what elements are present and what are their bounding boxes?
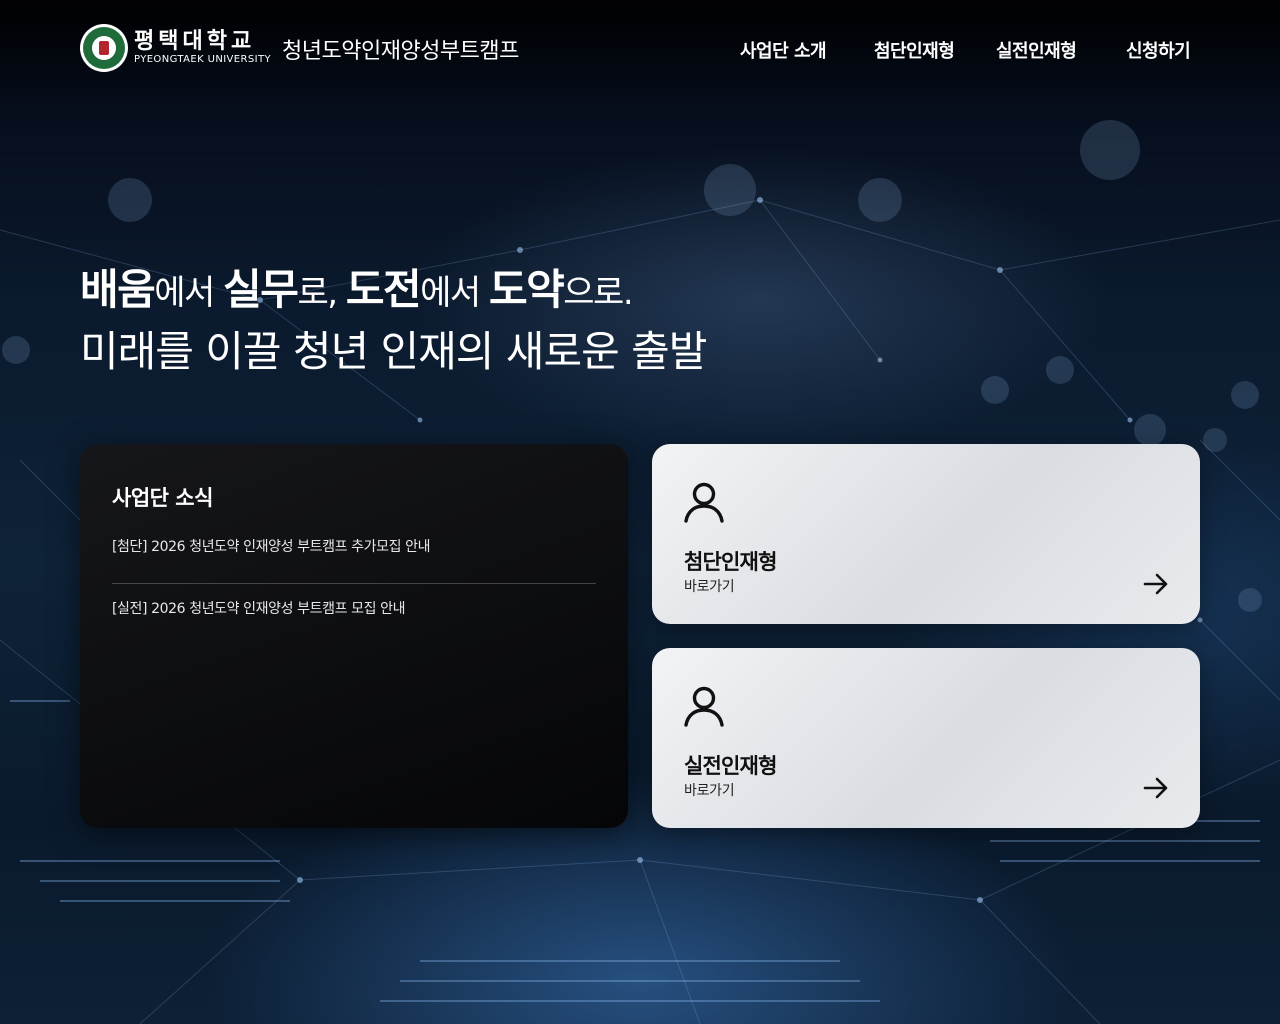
practical-talent-card[interactable]: 실전인재형 바로가기: [652, 648, 1200, 828]
site-title[interactable]: 청년도약인재양성부트캠프: [282, 33, 519, 65]
hero-word: 에서: [154, 273, 224, 313]
university-seal-icon: [80, 24, 128, 72]
hero-word: 으로.: [563, 273, 633, 313]
hero-word: 에서: [420, 273, 489, 313]
hero-section: 배움에서 실무로, 도전에서 도약으로. 미래를 이끌 청년 인재의 새로운 출…: [80, 264, 707, 383]
nav-item-apply[interactable]: 신청하기: [1126, 37, 1191, 63]
nav-item-advanced-talent[interactable]: 첨단인재형: [874, 37, 955, 63]
nav-item-practical-talent[interactable]: 실전인재형: [996, 37, 1077, 63]
user-icon: [684, 482, 724, 523]
logo-korean-name: 평택대학교: [134, 29, 256, 54]
nav-item-about[interactable]: 사업단 소개: [740, 37, 827, 63]
hero-word: 실무: [223, 265, 299, 314]
card-shortcut-label: 바로가기: [684, 783, 735, 799]
hero-subheadline: 미래를 이끌 청년 인재의 새로운 출발: [80, 327, 707, 376]
hero-word: 로,: [297, 273, 346, 313]
card-shortcut-label: 바로가기: [684, 579, 735, 595]
card-title: 실전인재형: [684, 754, 777, 778]
hero-word: 배움: [80, 265, 156, 314]
arrow-right-icon: [1143, 573, 1168, 595]
news-title: 사업단 소식: [112, 486, 213, 510]
news-panel: 사업단 소식 [첨단] 2026 청년도약 인재양성 부트캠프 추가모집 안내 …: [80, 444, 628, 828]
news-list: [첨단] 2026 청년도약 인재양성 부트캠프 추가모집 안내 [실전] 20…: [112, 530, 596, 636]
hero-headline: 배움에서 실무로, 도전에서 도약으로.: [80, 264, 706, 319]
hero-word: 도전: [345, 265, 422, 314]
hero-word: 도약: [489, 265, 565, 314]
news-item[interactable]: [첨단] 2026 청년도약 인재양성 부트캠프 추가모집 안내: [112, 530, 596, 583]
logo-english-name: PYEONGTAEK UNIVERSITY: [134, 54, 271, 65]
news-item[interactable]: [실전] 2026 청년도약 인재양성 부트캠프 모집 안내: [112, 583, 596, 636]
advanced-talent-card[interactable]: 첨단인재형 바로가기: [652, 444, 1200, 624]
university-logo[interactable]: 평택대학교 PYEONGTAEK UNIVERSITY: [80, 24, 271, 72]
user-icon: [684, 686, 724, 727]
card-title: 첨단인재형: [684, 550, 777, 574]
arrow-right-icon: [1143, 777, 1168, 799]
site-header: 평택대학교 PYEONGTAEK UNIVERSITY 청년도약인재양성부트캠프…: [0, 0, 1280, 100]
